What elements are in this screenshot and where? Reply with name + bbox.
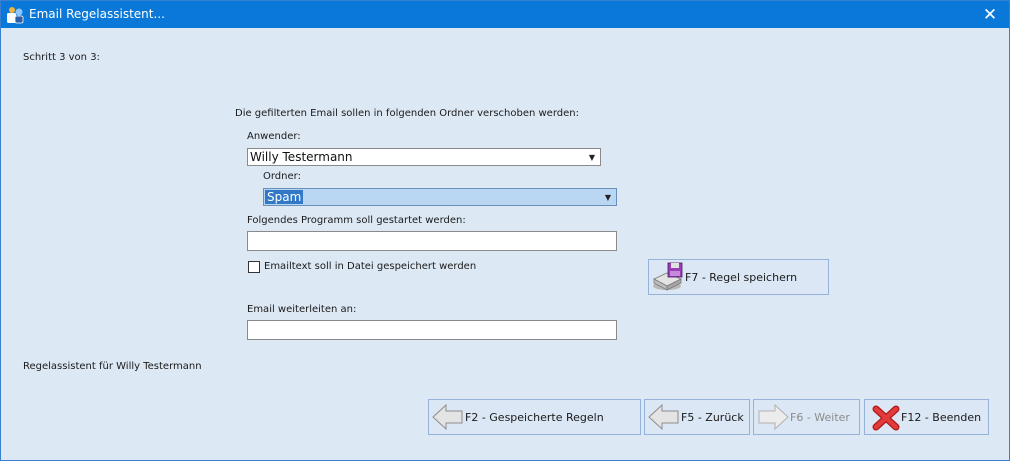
close-button[interactable]: ✕ bbox=[971, 1, 1009, 28]
next-button-label: F6 - Weiter bbox=[790, 410, 850, 424]
save-text-checkbox[interactable] bbox=[248, 261, 260, 273]
dialog-window: Email Regelassistent... ✕ Schritt 3 von … bbox=[0, 0, 1010, 461]
save-text-checkbox-label: Emailtext soll in Datei gespeichert werd… bbox=[264, 261, 477, 272]
user-dropdown-value: Willy Testermann bbox=[250, 150, 353, 164]
save-rule-button-label: F7 - Regel speichern bbox=[685, 270, 798, 284]
saved-rules-button-label: F2 - Gespeicherte Regeln bbox=[465, 410, 604, 424]
arrow-right-icon bbox=[758, 403, 789, 431]
app-logo-icon bbox=[7, 7, 24, 24]
chevron-down-icon[interactable]: ▼ bbox=[600, 189, 616, 205]
back-button[interactable]: F5 - Zurück bbox=[644, 399, 750, 435]
save-rule-button[interactable]: F7 - Regel speichern bbox=[648, 259, 829, 295]
instruction-text: Die gefilterten Email sollen in folgende… bbox=[235, 108, 579, 119]
save-disk-icon bbox=[653, 262, 683, 291]
step-label: Schritt 3 von 3: bbox=[23, 52, 100, 63]
quit-button-label: F12 - Beenden bbox=[901, 410, 982, 424]
saved-rules-button[interactable]: F2 - Gespeicherte Regeln bbox=[428, 399, 641, 435]
close-icon: ✕ bbox=[982, 4, 998, 25]
folder-label: Ordner: bbox=[263, 171, 301, 182]
user-label: Anwender: bbox=[247, 131, 301, 142]
red-x-icon bbox=[872, 405, 900, 431]
program-input[interactable] bbox=[247, 231, 617, 251]
folder-dropdown[interactable]: Spam ▼ bbox=[263, 188, 617, 206]
footer-status: Regelassistent für Willy Testermann bbox=[23, 361, 202, 372]
next-button[interactable]: F6 - Weiter bbox=[753, 399, 860, 435]
forward-input[interactable] bbox=[247, 320, 617, 340]
arrow-left-icon bbox=[432, 403, 463, 431]
window-title: Email Regelassistent... bbox=[29, 7, 165, 21]
program-label: Folgendes Programm soll gestartet werden… bbox=[247, 215, 466, 226]
title-bar[interactable]: Email Regelassistent... ✕ bbox=[1, 1, 1009, 28]
quit-button[interactable]: F12 - Beenden bbox=[864, 399, 989, 435]
folder-dropdown-value: Spam bbox=[265, 190, 304, 204]
user-dropdown[interactable]: Willy Testermann ▼ bbox=[247, 148, 601, 166]
chevron-down-icon[interactable]: ▼ bbox=[584, 149, 600, 165]
arrow-left-icon bbox=[648, 403, 679, 431]
forward-label: Email weiterleiten an: bbox=[247, 304, 357, 315]
back-button-label: F5 - Zurück bbox=[681, 410, 744, 424]
